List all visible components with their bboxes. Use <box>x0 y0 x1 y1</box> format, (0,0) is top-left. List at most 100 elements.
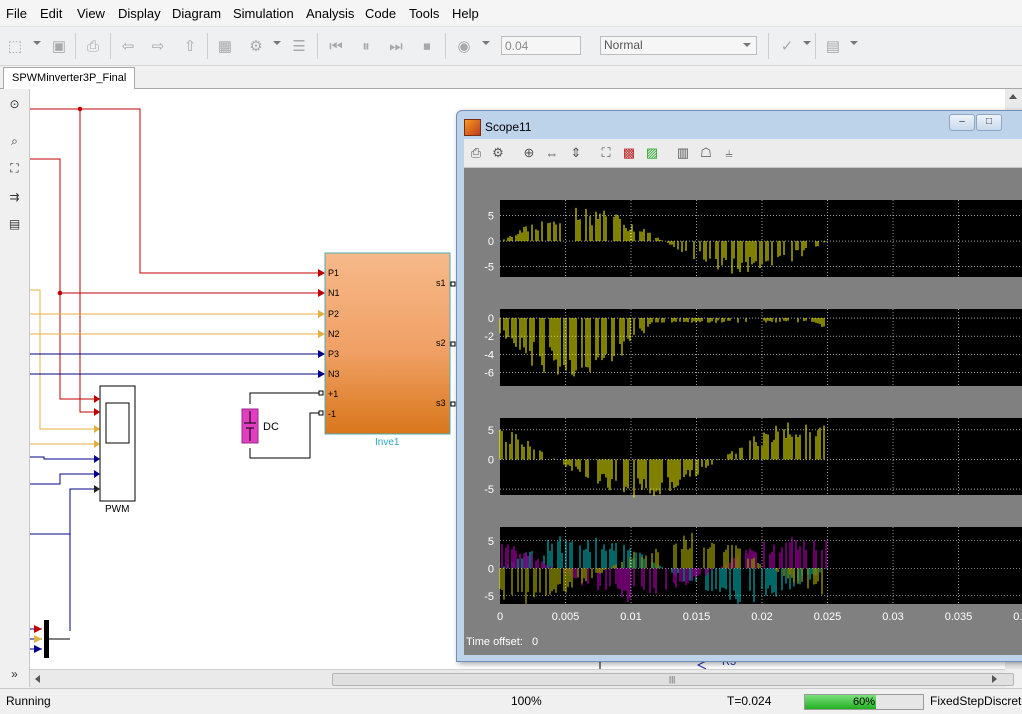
horizontal-scrollbar[interactable]: ||| <box>30 669 1014 688</box>
mux-block[interactable] <box>44 620 49 658</box>
scope-toolbar: ⎙ ⚙ ⊕ ⇔ ⇕ ⛶ ▩ ▨ ▥ ☖ ⫨ <box>464 139 1022 168</box>
chevron-down-icon[interactable] <box>482 41 490 45</box>
print-icon[interactable]: ⎙ <box>82 35 104 57</box>
left-palette: ⊙ ⌕ ⛶ ⇉ ▤ » <box>0 89 30 687</box>
autoscale-icon[interactable]: ⛶ <box>597 144 615 162</box>
menu-bar: File Edit View Display Diagram Simulatio… <box>0 0 1022 27</box>
zoom-in-icon[interactable]: ⊕ <box>520 144 538 162</box>
expand-icon[interactable]: » <box>6 665 23 682</box>
toolbar-separator <box>768 33 769 59</box>
chevron-down-icon[interactable] <box>803 41 811 45</box>
settings-icon[interactable]: ⚙ <box>489 144 507 162</box>
arrowhead <box>94 425 100 433</box>
fit-view-icon[interactable]: ⛶ <box>6 160 23 177</box>
scope-plot-area: 5 0 -5 0 -2 -4 -6 5 0 -5 5 0 -5 0 0.005 0.01 0.015 0.02 0.… <box>464 168 1022 655</box>
x-tick-label: 0.01 <box>620 611 641 623</box>
library-icon[interactable]: ▦ <box>214 35 236 57</box>
y-tick-label: -5 <box>484 484 494 496</box>
arrow-routing-icon[interactable]: ⇉ <box>6 188 23 205</box>
back-icon[interactable]: ⇦ <box>117 35 139 57</box>
status-bar: Running 100% T=0.024 60% FixedStepDiscre… <box>0 688 1022 714</box>
port-label: P3 <box>328 349 340 359</box>
zoom-x-icon[interactable]: ⇔ <box>543 144 561 162</box>
menu-tools[interactable]: Tools <box>409 6 439 21</box>
pause-icon[interactable]: ⏸ <box>355 35 377 57</box>
zoom-icon[interactable]: ⌕ <box>6 133 23 150</box>
arrowhead <box>94 408 100 416</box>
hide-show-icon[interactable]: ⊙ <box>6 95 23 112</box>
zoom-y-icon[interactable]: ⇕ <box>567 144 585 162</box>
record-icon[interactable]: ◉ <box>453 35 475 57</box>
scroll-thumb[interactable]: ||| <box>332 673 1014 686</box>
menu-display[interactable]: Display <box>118 6 161 21</box>
x-tick-label: 0.02 <box>751 611 772 623</box>
scroll-left-icon[interactable] <box>35 675 40 683</box>
toolbar: ⬚ ▣ ⎙ ⇦ ⇨ ⇧ ▦ ⚙ ☰ ⏮ ⏸ ⏭ ⏹ ◉ 0.04 Normal … <box>0 27 1022 66</box>
chevron-down-icon[interactable] <box>273 41 281 45</box>
annotation-icon[interactable]: ▤ <box>6 215 23 232</box>
scope-title: Scope11 <box>485 120 532 134</box>
stop-time-input[interactable]: 0.04 <box>501 36 581 55</box>
scroll-right-icon[interactable] <box>992 675 997 683</box>
restore-axes-icon[interactable]: ▨ <box>643 144 661 162</box>
maximize-button[interactable]: □ <box>976 114 1002 131</box>
floating-scope-icon[interactable]: ▥ <box>674 144 692 162</box>
build-icon[interactable]: ▤ <box>822 35 844 57</box>
scroll-up-icon[interactable] <box>1009 94 1017 99</box>
x-tick-label: 0.015 <box>683 611 711 623</box>
dc-block-label: DC <box>263 421 279 433</box>
chevron-down-icon[interactable] <box>850 41 858 45</box>
matlab-icon <box>464 119 481 136</box>
menu-file[interactable]: File <box>6 6 27 21</box>
model-explorer-icon[interactable]: ☰ <box>288 35 310 57</box>
port-s2 <box>450 341 456 347</box>
up-icon[interactable]: ⇧ <box>179 35 201 57</box>
menu-code[interactable]: Code <box>365 6 396 21</box>
toolbar-separator <box>317 33 318 59</box>
y-tick-label: -2 <box>484 331 494 343</box>
y-tick-label: 0 <box>488 563 494 575</box>
save-icon[interactable]: ▣ <box>48 35 70 57</box>
step-back-icon[interactable]: ⏮ <box>325 35 347 57</box>
inverter-block[interactable] <box>324 252 451 435</box>
chevron-down-icon[interactable] <box>33 41 41 45</box>
menu-diagram[interactable]: Diagram <box>172 6 221 21</box>
arrowhead <box>94 455 100 463</box>
menu-help[interactable]: Help <box>452 6 479 21</box>
checkmark-icon[interactable]: ✓ <box>776 35 798 57</box>
arrowhead <box>318 310 325 318</box>
y-tick-label: -6 <box>484 367 494 379</box>
scope-axes <box>500 527 1022 604</box>
port-label: +1 <box>328 389 339 399</box>
stop-icon[interactable]: ⏹ <box>416 35 438 57</box>
menu-edit[interactable]: Edit <box>40 6 62 21</box>
signal-selection-icon[interactable]: ⫨ <box>720 144 738 162</box>
menu-analysis[interactable]: Analysis <box>306 6 354 21</box>
menu-simulation[interactable]: Simulation <box>233 6 294 21</box>
step-forward-icon[interactable]: ⏭ <box>385 35 407 57</box>
port-label: P2 <box>328 309 340 319</box>
save-axes-icon[interactable]: ▩ <box>620 144 638 162</box>
inverter-block-name: Inve1 <box>375 437 400 448</box>
output-label-s1: s1 <box>436 278 446 288</box>
simulation-mode-select[interactable]: Normal <box>600 36 757 55</box>
x-tick-label: 0 <box>497 611 503 623</box>
port-label: N3 <box>328 369 340 379</box>
tab-model[interactable]: SPWMinverter3P_Final <box>3 67 136 89</box>
minimize-button[interactable]: – <box>949 114 975 131</box>
print-icon[interactable]: ⎙ <box>467 144 485 162</box>
scope-window[interactable]: Scope11 – □ ⎙ ⚙ ⊕ ⇔ ⇕ ⛶ ▩ ▨ ▥ ☖ ⫨ 5 0 -5 0-… <box>456 110 1022 662</box>
arrowhead <box>94 440 100 448</box>
output-label-s3: s3 <box>436 398 446 408</box>
forward-icon[interactable]: ⇨ <box>147 35 169 57</box>
lock-icon[interactable]: ☖ <box>697 144 715 162</box>
new-model-icon[interactable]: ⬚ <box>4 35 26 57</box>
simulation-time: T=0.024 <box>727 694 772 708</box>
arrowhead <box>34 625 42 633</box>
menu-view[interactable]: View <box>77 6 105 21</box>
dc-source-block[interactable] <box>241 390 324 459</box>
arrowhead <box>318 289 325 297</box>
partial-block-symbol <box>696 660 707 669</box>
progress-label: 60% <box>852 696 876 708</box>
settings-icon[interactable]: ⚙ <box>245 35 267 57</box>
